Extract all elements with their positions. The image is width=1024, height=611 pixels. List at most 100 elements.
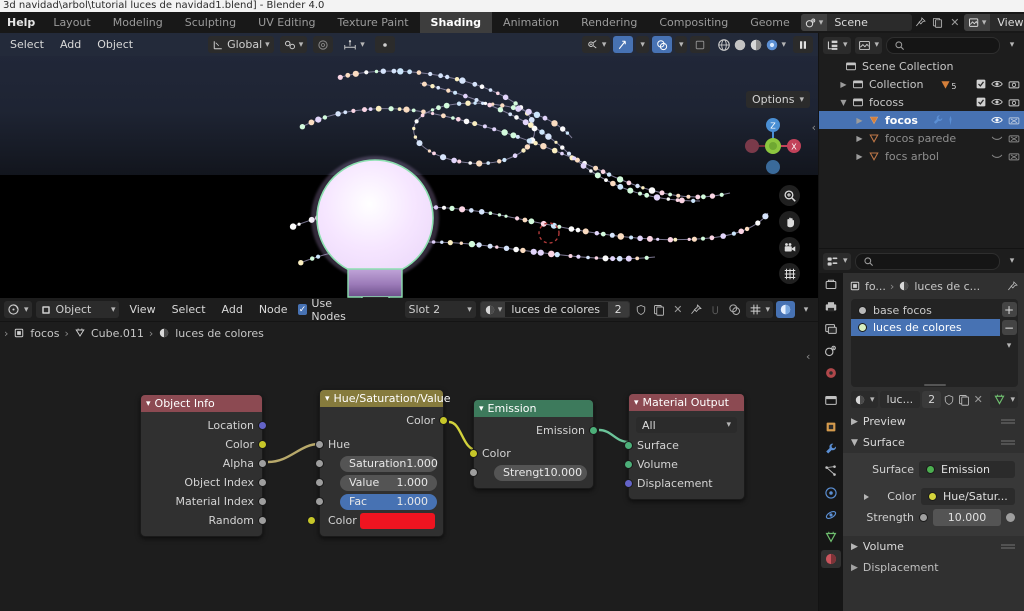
- outliner-row-focs-arbol[interactable]: ▶ focs arbol: [819, 147, 1024, 165]
- delete-scene-icon[interactable]: ✕: [947, 14, 963, 31]
- node-input-fac[interactable]: Fac 1.000: [315, 492, 443, 511]
- socket-icon[interactable]: [258, 516, 267, 525]
- workspace-tab-geometry-nodes[interactable]: Geome: [739, 12, 801, 33]
- outliner-search-input[interactable]: [886, 36, 1000, 54]
- viewport-options-button[interactable]: Options ▾: [746, 91, 810, 108]
- eye-closed-icon[interactable]: [991, 151, 1003, 161]
- workspace-tab-shading[interactable]: Shading: [419, 12, 493, 33]
- color-input-selector[interactable]: Hue/Satur...: [921, 488, 1015, 505]
- breadcrumb-material[interactable]: luces de colores: [175, 327, 264, 340]
- properties-search-input[interactable]: [854, 252, 1000, 270]
- socket-icon[interactable]: [624, 441, 633, 450]
- grid-icon[interactable]: [779, 263, 800, 284]
- outliner-row-focos[interactable]: ▶ focos: [819, 111, 1024, 129]
- scene-icon[interactable]: ▾: [800, 14, 828, 31]
- socket-icon[interactable]: [589, 426, 598, 435]
- strength-animate-dot[interactable]: [1006, 513, 1015, 522]
- viewlayer-name[interactable]: ViewLayer: [990, 16, 1024, 29]
- node-output-color[interactable]: Color: [320, 411, 448, 430]
- checkbox-icon[interactable]: [976, 79, 986, 89]
- eye-icon[interactable]: [991, 115, 1003, 125]
- outliner-filter-mode[interactable]: ▾: [854, 36, 883, 54]
- node-editor-sidebar-gutter[interactable]: ‹: [804, 344, 818, 611]
- chevron-down-icon[interactable]: ▾: [479, 404, 484, 414]
- gizmo-toggle[interactable]: [613, 36, 634, 53]
- node-snapping-selector[interactable]: ▾: [745, 301, 774, 318]
- socket-icon[interactable]: [315, 459, 324, 468]
- viewport-menu-object[interactable]: Object: [92, 38, 138, 51]
- shader-node-editor[interactable]: ▾ Object ▾ View Select Add Node ✓ Use No…: [0, 298, 818, 611]
- tab-physics-icon[interactable]: [821, 484, 841, 502]
- menu-help[interactable]: Help: [0, 12, 42, 33]
- node-output-location[interactable]: Location: [141, 416, 267, 435]
- node-object-info[interactable]: ▾ Object Info Location Color Alpha Objec…: [140, 394, 267, 537]
- node-input-color[interactable]: Color: [307, 511, 443, 530]
- socket-icon[interactable]: [439, 416, 448, 425]
- camera-icon[interactable]: [1008, 97, 1020, 108]
- socket-icon[interactable]: [624, 460, 633, 469]
- zoom-icon[interactable]: [779, 185, 800, 206]
- fac-slider[interactable]: Fac 1.000: [340, 493, 437, 510]
- workspace-tab-modeling[interactable]: Modeling: [102, 12, 174, 33]
- camera-icon[interactable]: [779, 237, 800, 258]
- tab-render-icon[interactable]: [821, 298, 841, 316]
- outliner-filter-icon[interactable]: ▾: [1004, 37, 1020, 54]
- node-menu-node[interactable]: Node: [253, 303, 294, 316]
- particle-icon[interactable]: [946, 115, 955, 126]
- node-input-saturation[interactable]: Saturation 1.000: [315, 454, 443, 473]
- material-users-count[interactable]: 2: [922, 391, 942, 408]
- tab-scene-icon[interactable]: [821, 364, 841, 382]
- snap-node-icon[interactable]: [708, 301, 724, 318]
- material-slot-list[interactable]: base focos luces de colores + − ▾: [851, 299, 1018, 387]
- tab-tool-icon[interactable]: [821, 276, 841, 294]
- surface-shader-selector[interactable]: Emission: [919, 461, 1015, 478]
- strength-slider[interactable]: 10.000: [933, 509, 1001, 526]
- unlink-material-icon[interactable]: ✕: [972, 391, 984, 408]
- matlist-resize-grip[interactable]: [923, 384, 946, 386]
- outliner-row-scene-collection[interactable]: Scene Collection: [819, 57, 1024, 75]
- workspace-tab-uv-editing[interactable]: UV Editing: [247, 12, 326, 33]
- duplicate-material-icon[interactable]: [652, 301, 666, 318]
- material-slot-base-focos[interactable]: base focos: [851, 302, 1000, 319]
- pin-id-icon[interactable]: [1007, 280, 1018, 292]
- tab-output-icon[interactable]: [821, 320, 841, 338]
- checkbox-icon[interactable]: [976, 97, 986, 107]
- pin-scene-icon[interactable]: [913, 14, 929, 31]
- duplicate-material-icon[interactable]: [958, 391, 970, 408]
- socket-icon[interactable]: [315, 478, 324, 487]
- browse-material-icon[interactable]: ▾: [851, 391, 878, 408]
- camera-icon[interactable]: [1008, 133, 1020, 144]
- outliner-row-collection[interactable]: ▶ Collection 5: [819, 75, 1024, 93]
- tab-viewlayer-icon[interactable]: [821, 342, 841, 360]
- scene-name[interactable]: Scene: [827, 16, 912, 29]
- workspace-tab-texture-paint[interactable]: Texture Paint: [327, 12, 420, 33]
- fake-user-shield-icon[interactable]: [943, 391, 955, 408]
- expand-triangle-icon[interactable]: [864, 493, 869, 500]
- node-output-emission[interactable]: Emission: [474, 421, 598, 440]
- overlay-node-icon[interactable]: [727, 301, 743, 318]
- outliner-row-focos-parede[interactable]: ▶ focos parede: [819, 129, 1024, 147]
- properties-options-icon[interactable]: ▾: [1004, 253, 1020, 270]
- material-icon[interactable]: ▾: [480, 302, 506, 317]
- 3d-viewport[interactable]: Select Add Object Global ▾ ▾ ▾ ▾ ▾ ▾ ▾ O…: [0, 33, 818, 298]
- camera-icon[interactable]: [1008, 151, 1020, 162]
- workspace-tab-sculpting[interactable]: Sculpting: [174, 12, 247, 33]
- chevron-down-icon[interactable]: ▼: [837, 98, 850, 107]
- gizmo-options-chevron[interactable]: ▾: [636, 36, 649, 53]
- panel-volume[interactable]: ▶ Volume: [843, 536, 1024, 557]
- saturation-slider[interactable]: Saturation 1.000: [340, 455, 438, 472]
- outliner-display-mode[interactable]: ▾: [823, 36, 851, 54]
- viewlayer-selector[interactable]: ▾ ViewLayer: [963, 14, 1024, 31]
- breadcrumb-mesh[interactable]: Cube.011: [91, 327, 144, 340]
- node-input-strength[interactable]: Strengt 10.000: [469, 463, 593, 482]
- material-name-value[interactable]: luces de colores: [505, 303, 607, 316]
- material-name-field[interactable]: ▾ luces de colores 2: [479, 301, 630, 318]
- socket-icon[interactable]: [315, 497, 324, 506]
- pin-material-icon[interactable]: [689, 301, 703, 318]
- camera-icon[interactable]: [1008, 79, 1020, 90]
- chevron-right-icon[interactable]: ▶: [853, 152, 866, 161]
- viewlayer-icon[interactable]: ▾: [963, 14, 991, 31]
- viewport-sidebar-toggle[interactable]: ‹: [812, 121, 816, 134]
- node-shading-mode[interactable]: [776, 301, 796, 318]
- modifier-wrench-icon[interactable]: [932, 114, 944, 126]
